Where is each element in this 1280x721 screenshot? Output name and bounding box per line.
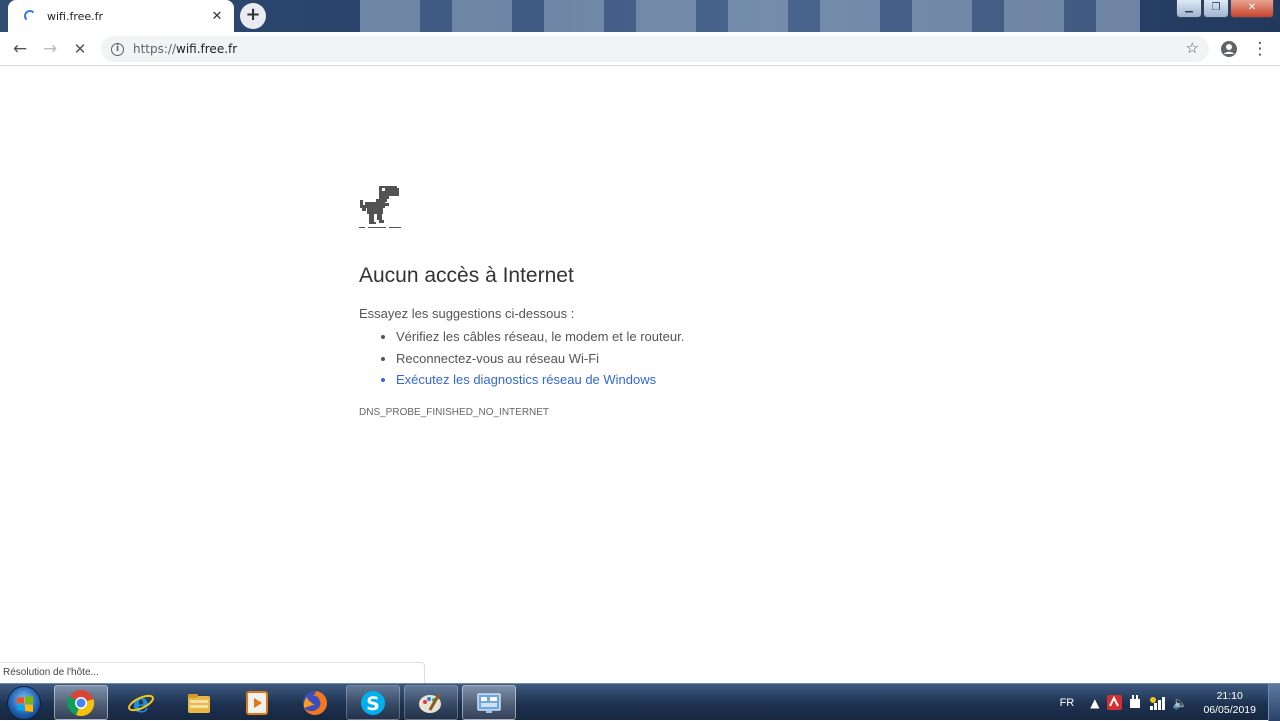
close-window-button[interactable]: ✕ <box>1230 0 1274 18</box>
volume-icon[interactable]: 🔈 <box>1172 696 1187 710</box>
media-player-icon <box>246 690 268 715</box>
tab-wifi-free[interactable]: wifi.free.fr ✕ <box>8 0 234 32</box>
file-explorer-icon <box>188 693 210 713</box>
suggestion-check-cables: Vérifiez les câbles réseau, le modem et … <box>396 326 919 348</box>
url-host: wifi.free.fr <box>176 42 238 56</box>
taskbar-firefox[interactable] <box>288 685 342 720</box>
start-button[interactable] <box>7 686 41 720</box>
offline-dino-icon[interactable] <box>359 186 401 230</box>
antivirus-icon[interactable] <box>1107 695 1123 710</box>
error-page: Aucun accès à Internet Essayez les sugge… <box>359 186 919 418</box>
power-plug-icon[interactable] <box>1128 695 1142 710</box>
account-icon <box>1221 41 1237 57</box>
skype-icon: S <box>361 690 385 715</box>
taskbar-skype[interactable]: S <box>346 685 400 720</box>
taskbar-paint[interactable] <box>404 685 458 720</box>
show-desktop-button[interactable] <box>1268 684 1280 721</box>
window-controls: ▁ ❐ ✕ <box>1176 0 1274 18</box>
maximize-button[interactable]: ❐ <box>1203 0 1229 18</box>
browser-toolbar: ← → ✕ i https://wifi.free.fr ☆ ⋮ <box>0 32 1280 66</box>
status-bubble: Résolution de l'hôte... <box>0 662 425 683</box>
minimize-button[interactable]: ▁ <box>1176 0 1202 18</box>
input-language-indicator[interactable]: FR <box>1060 697 1075 709</box>
url-scheme: https:// <box>133 42 177 56</box>
tab-title: wifi.free.fr <box>47 9 104 23</box>
browser-menu-button[interactable]: ⋮ <box>1248 37 1272 61</box>
address-bar[interactable]: i https://wifi.free.fr ☆ <box>101 36 1209 62</box>
clock-date: 06/05/2019 <box>1203 703 1256 716</box>
firefox-icon <box>303 690 327 715</box>
svg-text:S: S <box>366 693 380 715</box>
account-button[interactable] <box>1217 37 1241 61</box>
network-signal-icon[interactable] <box>1150 696 1166 710</box>
taskbar-media-player[interactable] <box>230 685 284 720</box>
windows-logo-icon <box>17 696 33 712</box>
control-panel-icon <box>477 692 501 713</box>
svg-text:e: e <box>133 689 150 717</box>
windows-taskbar: e S FR ▲ 🔈 21:10 06/05/2019 <box>0 683 1280 721</box>
internet-explorer-icon: e <box>128 689 154 717</box>
tab-strip: wifi.free.fr ✕ + ▁ ❐ ✕ <box>0 0 1280 32</box>
close-tab-icon[interactable]: ✕ <box>210 9 224 24</box>
taskbar-file-explorer[interactable] <box>172 685 226 720</box>
error-code: DNS_PROBE_FINISHED_NO_INTERNET <box>359 406 550 418</box>
loading-spinner-icon <box>24 10 36 22</box>
paint-icon <box>419 693 441 713</box>
new-tab-button[interactable]: + <box>240 3 266 29</box>
url-text[interactable]: https://wifi.free.fr <box>133 42 237 56</box>
system-clock[interactable]: 21:10 06/05/2019 <box>1203 689 1256 717</box>
back-button[interactable]: ← <box>8 37 32 61</box>
chrome-icon <box>67 689 95 716</box>
window-frame-background <box>360 0 1140 32</box>
taskbar-internet-explorer[interactable]: e <box>114 685 168 720</box>
site-info-icon[interactable]: i <box>111 42 124 56</box>
taskbar-control-panel[interactable] <box>462 685 516 720</box>
run-network-diagnostics-link[interactable]: Exécutez les diagnostics réseau de Windo… <box>396 369 919 391</box>
stop-loading-button[interactable]: ✕ <box>68 37 92 61</box>
suggestions-list: Vérifiez les câbles réseau, le modem et … <box>359 326 919 391</box>
system-tray: FR ▲ 🔈 21:10 06/05/2019 <box>1060 684 1280 721</box>
suggestions-intro: Essayez les suggestions ci-dessous : <box>359 306 575 321</box>
taskbar-chrome[interactable] <box>54 685 108 720</box>
suggestion-reconnect-wifi: Reconnectez-vous au réseau Wi-Fi <box>396 348 919 370</box>
bookmark-star-icon[interactable]: ☆ <box>1186 39 1199 57</box>
forward-button[interactable]: → <box>38 37 62 61</box>
page-title: Aucun accès à Internet <box>359 264 574 287</box>
clock-time: 21:10 <box>1216 689 1243 702</box>
show-hidden-icons-arrow-icon[interactable]: ▲ <box>1090 696 1099 710</box>
